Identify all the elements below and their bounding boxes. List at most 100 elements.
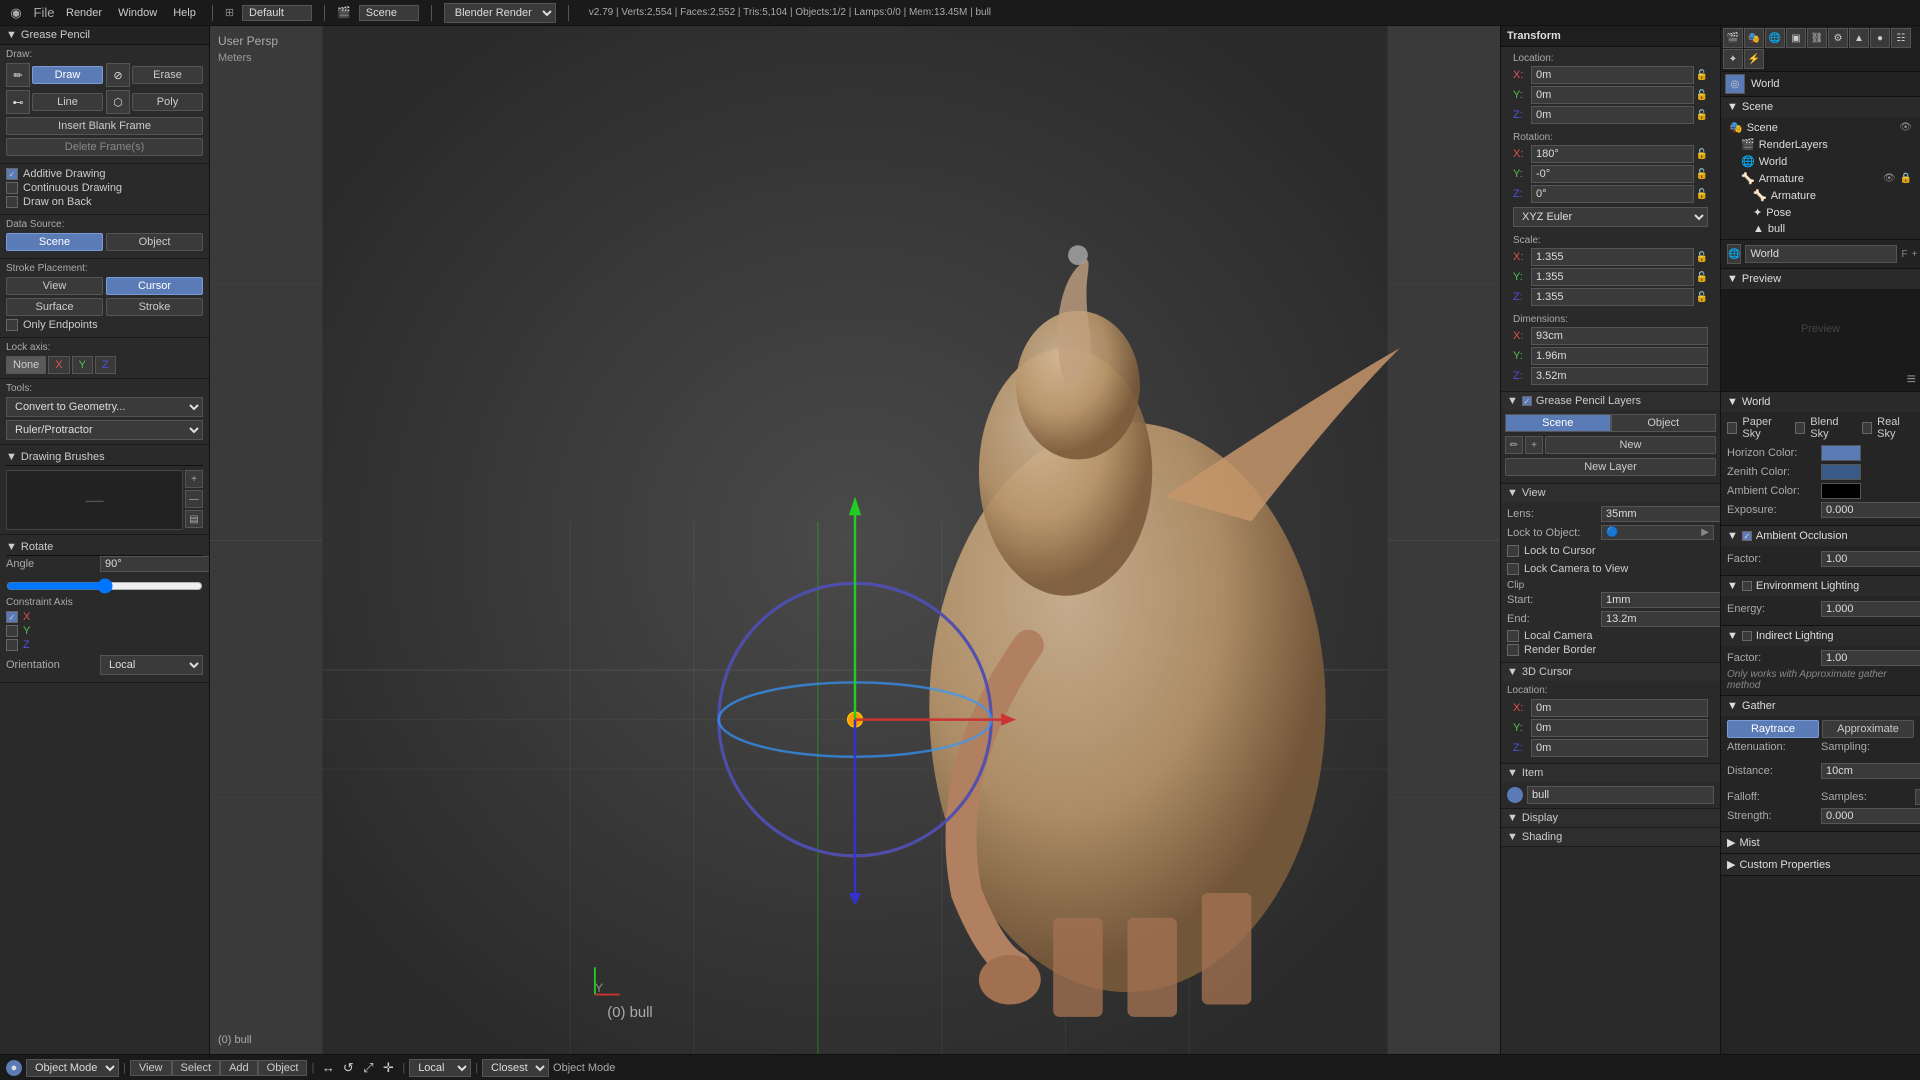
brush-del-button[interactable]: — [185, 490, 203, 508]
gp-add-icon[interactable]: + [1525, 436, 1543, 454]
env-checkbox[interactable] [1742, 581, 1752, 591]
gp-layers-checkbox[interactable]: ✓ [1522, 396, 1532, 406]
local-camera-checkbox[interactable] [1507, 630, 1519, 642]
active-world-tab[interactable]: ◎ [1725, 74, 1745, 94]
tree-item-scene[interactable]: 🎭 Scene 👁 [1725, 119, 1916, 136]
gp-layers-header[interactable]: ▼ ✓ Grease Pencil Layers [1501, 392, 1720, 410]
scale-z-lock-icon[interactable]: 🔓 [1696, 292, 1708, 303]
loc-x-lock-icon[interactable]: 🔓 [1696, 70, 1708, 81]
samples-input[interactable] [1915, 789, 1920, 805]
preview-lines-icon[interactable]: ≡ [1907, 371, 1916, 389]
rotate-header[interactable]: ▼ Rotate [6, 539, 203, 556]
ao-checkbox[interactable]: ✓ [1742, 531, 1752, 541]
gp-object-tab[interactable]: Object [1611, 414, 1717, 432]
data-scene-button[interactable]: Scene [6, 233, 103, 251]
translate-tool-icon[interactable]: ↔ [318, 1058, 338, 1078]
loc-y-input[interactable] [1531, 86, 1694, 104]
clip-start-input[interactable] [1601, 592, 1720, 608]
lock-camera-checkbox[interactable] [1507, 563, 1519, 575]
file-menu-label[interactable]: File [34, 5, 55, 20]
draw-on-back-checkbox[interactable] [6, 196, 18, 208]
engine-dropdown[interactable]: Blender Render Cycles Render [444, 3, 556, 23]
indirect-factor-input[interactable] [1821, 650, 1920, 666]
data-object-button[interactable]: Object [106, 233, 203, 251]
layout-input[interactable] [242, 5, 312, 21]
cursor-z-input[interactable] [1531, 739, 1708, 757]
render-border-checkbox[interactable] [1507, 644, 1519, 656]
rot-x-lock-icon[interactable]: 🔓 [1696, 149, 1708, 160]
transform-tool-icon[interactable]: ✛ [378, 1058, 398, 1078]
exposure-input[interactable] [1821, 502, 1920, 518]
mode-dropdown[interactable]: Object Mode Edit Mode Sculpt Mode [26, 1059, 119, 1077]
env-energy-input[interactable] [1821, 601, 1920, 617]
continuous-drawing-checkbox[interactable] [6, 182, 18, 194]
loc-y-lock-icon[interactable]: 🔓 [1696, 90, 1708, 101]
tree-item-armature[interactable]: 🦴 Armature 👁 🔒 [1737, 170, 1916, 187]
scene-tab-icon[interactable]: 🎭 [1744, 28, 1764, 48]
env-lighting-header[interactable]: ▼ Environment Lighting [1721, 576, 1920, 596]
placement-stroke-button[interactable]: Stroke [106, 298, 203, 316]
render-tab[interactable]: 🎬 [1723, 28, 1743, 48]
cy-checkbox[interactable] [6, 625, 18, 637]
add-button[interactable]: Add [220, 1060, 258, 1076]
blend-sky-checkbox[interactable] [1795, 422, 1805, 434]
placement-view-button[interactable]: View [6, 277, 103, 295]
lock-to-cursor-checkbox[interactable] [1507, 545, 1519, 557]
tree-item-world[interactable]: 🌐 World [1737, 153, 1916, 170]
object-tab[interactable]: ▣ [1786, 28, 1806, 48]
cz-checkbox[interactable] [6, 639, 18, 651]
particle-tab[interactable]: ✦ [1723, 49, 1743, 69]
viewport[interactable]: User Persp Meters [210, 26, 1500, 1054]
zenith-color-swatch[interactable] [1821, 464, 1861, 480]
scale-tool-icon[interactable]: ⤢ [358, 1058, 378, 1078]
placement-surface-button[interactable]: Surface [6, 298, 103, 316]
ruler-protractor-dropdown[interactable]: Ruler/Protractor [6, 420, 203, 440]
delete-frames-button[interactable]: Delete Frame(s) [6, 138, 203, 156]
item-name-input[interactable] [1527, 786, 1714, 804]
only-endpoints-checkbox[interactable] [6, 319, 18, 331]
world-name-input[interactable] [1745, 245, 1897, 263]
render-menu[interactable]: Render [62, 7, 106, 19]
loc-z-lock-icon[interactable]: 🔓 [1696, 110, 1708, 121]
tree-item-pose[interactable]: ✦ Pose [1749, 204, 1916, 221]
armature-lock-icon[interactable]: 🔒 [1900, 173, 1912, 184]
convert-to-geometry-dropdown[interactable]: Convert to Geometry... [6, 397, 203, 417]
indirect-header[interactable]: ▼ Indirect Lighting [1721, 626, 1920, 646]
shading-section-header[interactable]: ▼ Shading [1501, 828, 1720, 846]
cx-checkbox[interactable]: ✓ [6, 611, 18, 623]
custom-props-header[interactable]: ▶ Custom Properties [1721, 854, 1920, 875]
local-dropdown[interactable]: Local Global [409, 1059, 471, 1077]
world-tab-icon[interactable]: 🌐 [1765, 28, 1785, 48]
world-settings-header[interactable]: ▼ World [1721, 392, 1920, 412]
brush-add-button[interactable]: + [185, 470, 203, 488]
physics-tab[interactable]: ⚡ [1744, 49, 1764, 69]
loc-z-input[interactable] [1531, 106, 1694, 124]
view-button[interactable]: View [130, 1060, 172, 1076]
scale-x-input[interactable] [1531, 248, 1694, 266]
indirect-checkbox[interactable] [1742, 631, 1752, 641]
mist-header[interactable]: ▶ Mist [1721, 832, 1920, 853]
loc-x-input[interactable] [1531, 66, 1694, 84]
rot-y-input[interactable] [1531, 165, 1694, 183]
file-menu-icon[interactable]: File [34, 3, 54, 23]
dim-z-input[interactable] [1531, 367, 1708, 385]
rotation-mode-dropdown[interactable]: XYZ Euler [1513, 207, 1708, 227]
rotate-tool-icon[interactable]: ↺ [338, 1058, 358, 1078]
select-button[interactable]: Select [172, 1060, 221, 1076]
grease-pencil-header[interactable]: ▼ Grease Pencil [0, 26, 209, 45]
rot-z-lock-icon[interactable]: 🔓 [1696, 189, 1708, 200]
scene-vis-icon[interactable]: 👁 [1899, 122, 1912, 133]
cursor-section-header[interactable]: ▼ 3D Cursor [1501, 663, 1720, 681]
rot-z-input[interactable] [1531, 185, 1694, 203]
object-button[interactable]: Object [258, 1060, 308, 1076]
paper-sky-checkbox[interactable] [1727, 422, 1737, 434]
world-f-icon[interactable]: F [1901, 249, 1907, 260]
world-plus-icon[interactable]: + [1912, 249, 1918, 260]
approximate-button[interactable]: Approximate [1822, 720, 1914, 738]
tree-item-renderlayers[interactable]: 🎬 RenderLayers [1737, 136, 1916, 153]
snap-dropdown[interactable]: Closest Center Median [482, 1059, 549, 1077]
ambient-color-swatch[interactable] [1821, 483, 1861, 499]
scene-input[interactable] [359, 5, 419, 21]
poly-button[interactable]: Poly [132, 93, 203, 111]
gp-new-button[interactable]: New [1545, 436, 1716, 454]
